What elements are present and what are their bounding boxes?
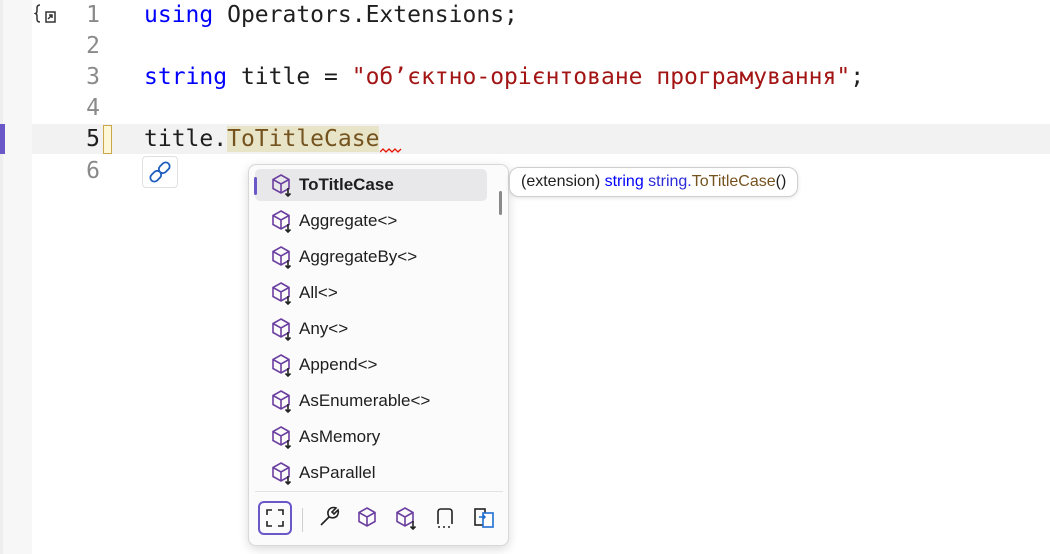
completion-item-label: Append<> [299,355,378,374]
selection-indicator [254,177,257,195]
error-squiggle [380,148,402,153]
statement-end: ; [850,64,865,90]
completion-item[interactable]: All<> [255,277,487,309]
tooltip-method: ToTitleCase [691,173,776,190]
wrench-icon[interactable] [315,503,343,531]
string-literal: "об’єктно-орієнтоване програмування" [351,64,851,90]
extension-method-icon [272,354,292,378]
gutter [0,0,32,554]
completion-item[interactable]: AsParallel [255,457,487,489]
code-line-1[interactable]: using Operators.Extensions; [144,0,518,30]
method-filter-icon[interactable] [353,503,381,531]
quick-info-tooltip: (extension) string string.ToTitleCase() [509,167,799,197]
extension-method-icon [272,282,292,306]
completion-item[interactable]: AggregateBy<> [255,241,487,273]
code-line-5[interactable]: title.ToTitleCase [144,124,380,154]
target-type-icon[interactable] [470,503,498,531]
keyword-string: string [144,64,228,90]
gutter-stripe [0,0,3,554]
line-number-6: 6 [86,158,100,184]
keyword-using: using [144,2,214,28]
change-marker [103,125,112,154]
completion-item[interactable]: AsEnumerable<> [255,385,487,417]
completion-item[interactable]: Append<> [255,349,487,381]
extension-method-icon [272,318,292,342]
completion-item-label: All<> [299,283,338,302]
extension-method-icon [272,462,292,486]
line-number-1: 1 [86,2,100,28]
completion-item-label: AggregateBy<> [299,247,418,266]
extension-method-icon [272,246,292,270]
completion-filter-bar [255,491,503,538]
completion-item[interactable]: Any<> [255,313,487,345]
snippet-icon[interactable] [431,503,459,531]
tooltip-keyword: string [604,173,644,190]
tooltip-prefix: (extension) [521,173,605,190]
completion-item-label: Any<> [299,319,349,338]
filter-separator [302,508,303,532]
method-text: ToTitleCase [227,126,380,152]
declaration-text: title = [227,64,352,90]
completion-item[interactable]: ToTitleCase [254,169,487,201]
completion-popup: ToTitleCase Aggregate<> AggregateBy<> Al… [248,164,509,546]
line-number-5: 5 [86,126,100,152]
extension-method-icon [272,426,292,450]
line-number-4: 4 [86,95,100,121]
link-icon [149,161,171,183]
extension-method-icon [272,390,292,414]
completion-item-label: Aggregate<> [299,211,398,230]
completion-item-label: ToTitleCase [299,175,394,194]
completion-item[interactable]: AsMemory [255,421,487,453]
tooltip-type: string. [643,173,692,190]
namespace-text: Operators.Extensions; [213,2,518,28]
expand-scope-icon[interactable] [258,501,292,535]
code-line-3[interactable]: string title = "об’єктно-орієнтоване про… [144,62,864,92]
line-number-2: 2 [86,33,100,59]
line-number-3: 3 [86,64,100,90]
tooltip-suffix: () [775,173,787,190]
extension-method-filter-icon[interactable] [392,503,420,531]
completion-item-label: AsParallel [299,463,376,482]
code-context-icon[interactable] [34,2,58,26]
completion-item[interactable]: Aggregate<> [255,205,487,237]
completion-item-label: AsMemory [299,427,381,446]
completion-item-label: AsEnumerable<> [299,391,431,410]
scrollbar-thumb[interactable] [499,191,502,215]
quick-actions-button[interactable] [142,156,178,188]
extension-method-icon [272,210,292,234]
object-text: title. [144,126,228,152]
current-line-marker [0,124,5,154]
extension-method-icon [272,174,292,198]
